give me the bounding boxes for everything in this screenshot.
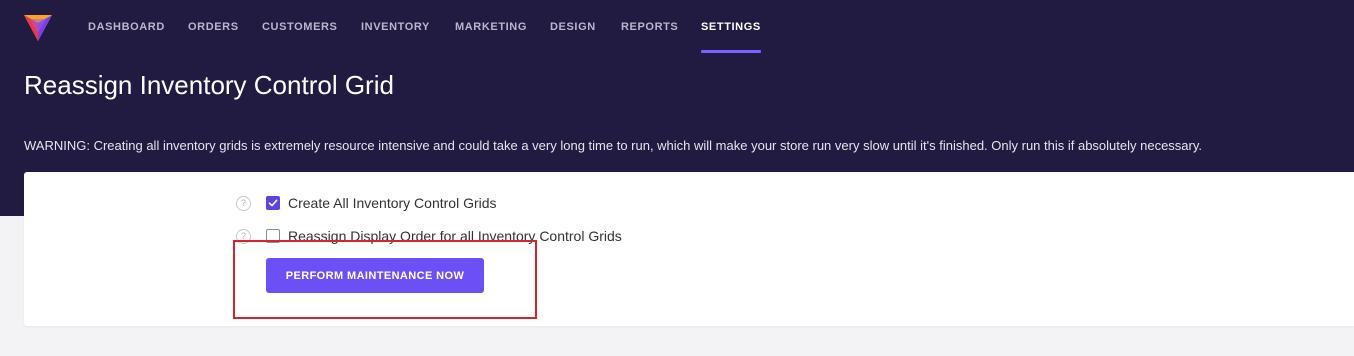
page-title: Reassign Inventory Control Grid — [24, 70, 394, 100]
create-all-grids-checkbox[interactable] — [266, 196, 280, 210]
help-icon[interactable]: ? — [236, 228, 251, 244]
nav-item-label: INVENTORY — [361, 21, 430, 33]
active-tab-indicator — [701, 50, 761, 53]
nav-item-label: MARKETING — [455, 21, 528, 33]
nav-item-label: DESIGN — [550, 21, 596, 33]
warning-message: WARNING: Creating all inventory grids is… — [24, 138, 1203, 153]
brand-logo-icon[interactable] — [22, 11, 54, 43]
nav-item-label: SETTINGS — [701, 21, 761, 33]
top-navigation: DASHBOARD ORDERS CUSTOMERS INVENTORY MAR… — [0, 0, 1354, 54]
nav-item-design[interactable]: DESIGN — [550, 0, 596, 54]
help-icon[interactable]: ? — [236, 195, 251, 211]
maintenance-card: ? Create All Inventory Control Grids ? R… — [24, 172, 1354, 326]
nav-item-marketing[interactable]: MARKETING — [455, 0, 527, 54]
nav-item-settings[interactable]: SETTINGS — [701, 0, 761, 54]
option-label: Reassign Display Order for all Inventory… — [288, 228, 622, 244]
perform-maintenance-button[interactable]: PERFORM MAINTENANCE NOW — [266, 258, 484, 293]
option-reassign-display-order: ? Reassign Display Order for all Invento… — [236, 225, 622, 247]
nav-item-label: DASHBOARD — [88, 21, 165, 33]
option-label: Create All Inventory Control Grids — [288, 195, 497, 211]
nav-item-orders[interactable]: ORDERS — [188, 0, 239, 54]
nav-item-label: CUSTOMERS — [262, 21, 338, 33]
nav-item-customers[interactable]: CUSTOMERS — [262, 0, 337, 54]
nav-item-dashboard[interactable]: DASHBOARD — [88, 0, 165, 54]
nav-item-reports[interactable]: REPORTS — [621, 0, 678, 54]
reassign-display-order-checkbox[interactable] — [266, 229, 280, 243]
nav-item-label: ORDERS — [188, 21, 239, 33]
option-create-all-grids: ? Create All Inventory Control Grids — [236, 192, 497, 214]
nav-item-inventory[interactable]: INVENTORY — [361, 0, 430, 54]
nav-item-label: REPORTS — [621, 21, 679, 33]
